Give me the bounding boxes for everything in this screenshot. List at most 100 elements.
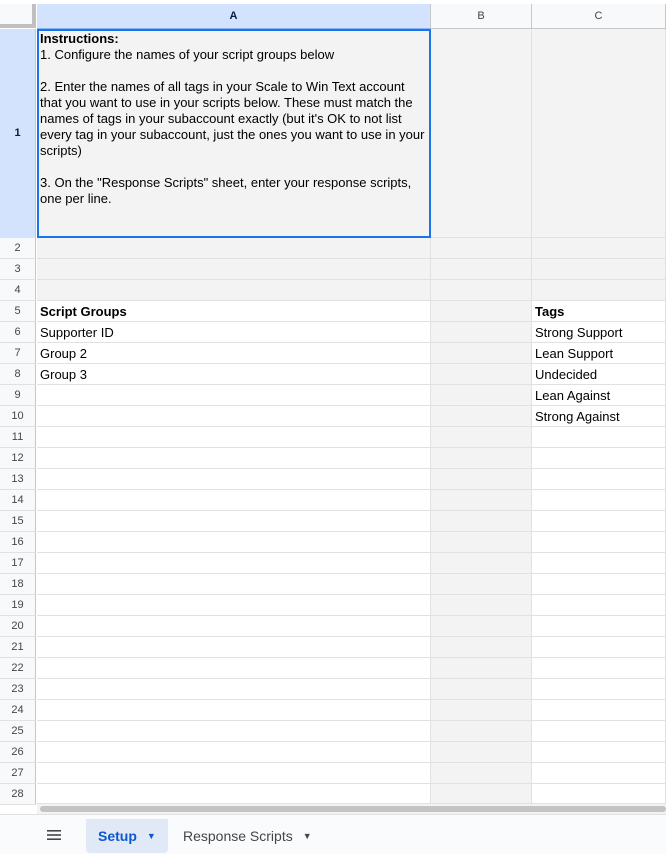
column-header-a[interactable]: A bbox=[37, 4, 431, 29]
cell-C20[interactable] bbox=[532, 616, 666, 637]
cell-B13[interactable] bbox=[431, 469, 532, 490]
row-header-23[interactable]: 23 bbox=[0, 679, 36, 700]
cell-B2[interactable] bbox=[431, 238, 532, 259]
tag-cell[interactable]: Undecided bbox=[532, 364, 666, 385]
script-group-cell[interactable]: Supporter ID bbox=[37, 322, 431, 343]
cell-B16[interactable] bbox=[431, 532, 532, 553]
cell-A20[interactable] bbox=[37, 616, 431, 637]
cell-B17[interactable] bbox=[431, 553, 532, 574]
cell-A22[interactable] bbox=[37, 658, 431, 679]
cell-B21[interactable] bbox=[431, 637, 532, 658]
cell-B15[interactable] bbox=[431, 511, 532, 532]
cell-C17[interactable] bbox=[532, 553, 666, 574]
cell-A23[interactable] bbox=[37, 679, 431, 700]
cell-C16[interactable] bbox=[532, 532, 666, 553]
cell-A19[interactable] bbox=[37, 595, 431, 616]
row-header-2[interactable]: 2 bbox=[0, 238, 36, 259]
cell-B10[interactable] bbox=[431, 406, 532, 427]
cell-C24[interactable] bbox=[532, 700, 666, 721]
row-header-11[interactable]: 11 bbox=[0, 427, 36, 448]
caret-down-icon[interactable]: ▼ bbox=[303, 831, 312, 841]
tags-header[interactable]: Tags bbox=[532, 301, 666, 322]
cell-B4[interactable] bbox=[431, 280, 532, 301]
cell-A3[interactable] bbox=[37, 259, 431, 280]
row-header-16[interactable]: 16 bbox=[0, 532, 36, 553]
tag-cell[interactable]: Lean Support bbox=[532, 343, 666, 364]
horizontal-scrollbar-thumb[interactable] bbox=[40, 806, 666, 812]
tag-cell[interactable]: Strong Against bbox=[532, 406, 666, 427]
row-header-21[interactable]: 21 bbox=[0, 637, 36, 658]
all-sheets-button[interactable] bbox=[42, 825, 66, 849]
cell-A26[interactable] bbox=[37, 742, 431, 763]
cell-A15[interactable] bbox=[37, 511, 431, 532]
row-header-5[interactable]: 5 bbox=[0, 301, 36, 322]
cell-B12[interactable] bbox=[431, 448, 532, 469]
script-group-cell[interactable]: Group 2 bbox=[37, 343, 431, 364]
cell-C21[interactable] bbox=[532, 637, 666, 658]
cell-B18[interactable] bbox=[431, 574, 532, 595]
cell-C11[interactable] bbox=[532, 427, 666, 448]
cell-C27[interactable] bbox=[532, 763, 666, 784]
row-header-25[interactable]: 25 bbox=[0, 721, 36, 742]
cell-B14[interactable] bbox=[431, 490, 532, 511]
cell-A16[interactable] bbox=[37, 532, 431, 553]
row-header-3[interactable]: 3 bbox=[0, 259, 36, 280]
cell-C14[interactable] bbox=[532, 490, 666, 511]
spreadsheet-grid[interactable]: A B C 1 2 3 4 5 6 7 8 9 10 11 12 13 14 15 16 17 18 19 20 21 2… bbox=[0, 0, 666, 814]
row-header-26[interactable]: 26 bbox=[0, 742, 36, 763]
row-header-27[interactable]: 27 bbox=[0, 763, 36, 784]
row-header-12[interactable]: 12 bbox=[0, 448, 36, 469]
row-header-24[interactable]: 24 bbox=[0, 700, 36, 721]
cell-B28[interactable] bbox=[431, 784, 532, 805]
cell-B3[interactable] bbox=[431, 259, 532, 280]
cell-C28[interactable] bbox=[532, 784, 666, 805]
row-header-20[interactable]: 20 bbox=[0, 616, 36, 637]
cell-C13[interactable] bbox=[532, 469, 666, 490]
cell-B20[interactable] bbox=[431, 616, 532, 637]
cell-A11[interactable] bbox=[37, 427, 431, 448]
cell-C1[interactable] bbox=[532, 29, 666, 238]
cell-A24[interactable] bbox=[37, 700, 431, 721]
script-groups-header[interactable]: Script Groups bbox=[37, 301, 431, 322]
row-header-22[interactable]: 22 bbox=[0, 658, 36, 679]
cell-A21[interactable] bbox=[37, 637, 431, 658]
cell-A17[interactable] bbox=[37, 553, 431, 574]
tag-cell[interactable]: Lean Against bbox=[532, 385, 666, 406]
cell-B24[interactable] bbox=[431, 700, 532, 721]
select-all-corner[interactable] bbox=[0, 4, 36, 28]
cell-C18[interactable] bbox=[532, 574, 666, 595]
row-header-17[interactable]: 17 bbox=[0, 553, 36, 574]
cell-A10[interactable] bbox=[37, 406, 431, 427]
cell-B11[interactable] bbox=[431, 427, 532, 448]
tab-response-scripts[interactable]: Response Scripts ▼ bbox=[171, 819, 324, 853]
instructions-cell[interactable]: Instructions: 1. Configure the names of … bbox=[37, 29, 431, 238]
row-header-1[interactable]: 1 bbox=[0, 29, 36, 238]
cell-C19[interactable] bbox=[532, 595, 666, 616]
cell-A9[interactable] bbox=[37, 385, 431, 406]
cell-C15[interactable] bbox=[532, 511, 666, 532]
cell-B5[interactable] bbox=[431, 301, 532, 322]
row-header-19[interactable]: 19 bbox=[0, 595, 36, 616]
cell-C12[interactable] bbox=[532, 448, 666, 469]
row-header-15[interactable]: 15 bbox=[0, 511, 36, 532]
script-group-cell[interactable]: Group 3 bbox=[37, 364, 431, 385]
cell-B22[interactable] bbox=[431, 658, 532, 679]
row-header-7[interactable]: 7 bbox=[0, 343, 36, 364]
row-header-13[interactable]: 13 bbox=[0, 469, 36, 490]
cell-B6[interactable] bbox=[431, 322, 532, 343]
cell-C25[interactable] bbox=[532, 721, 666, 742]
cell-B25[interactable] bbox=[431, 721, 532, 742]
row-header-10[interactable]: 10 bbox=[0, 406, 36, 427]
cell-A18[interactable] bbox=[37, 574, 431, 595]
row-header-9[interactable]: 9 bbox=[0, 385, 36, 406]
tab-setup[interactable]: Setup ▼ bbox=[86, 819, 168, 853]
cell-B7[interactable] bbox=[431, 343, 532, 364]
cell-A28[interactable] bbox=[37, 784, 431, 805]
caret-down-icon[interactable]: ▼ bbox=[147, 831, 156, 841]
cell-B9[interactable] bbox=[431, 385, 532, 406]
cell-C4[interactable] bbox=[532, 280, 666, 301]
cell-A4[interactable] bbox=[37, 280, 431, 301]
row-header-18[interactable]: 18 bbox=[0, 574, 36, 595]
cell-B19[interactable] bbox=[431, 595, 532, 616]
cell-C2[interactable] bbox=[532, 238, 666, 259]
